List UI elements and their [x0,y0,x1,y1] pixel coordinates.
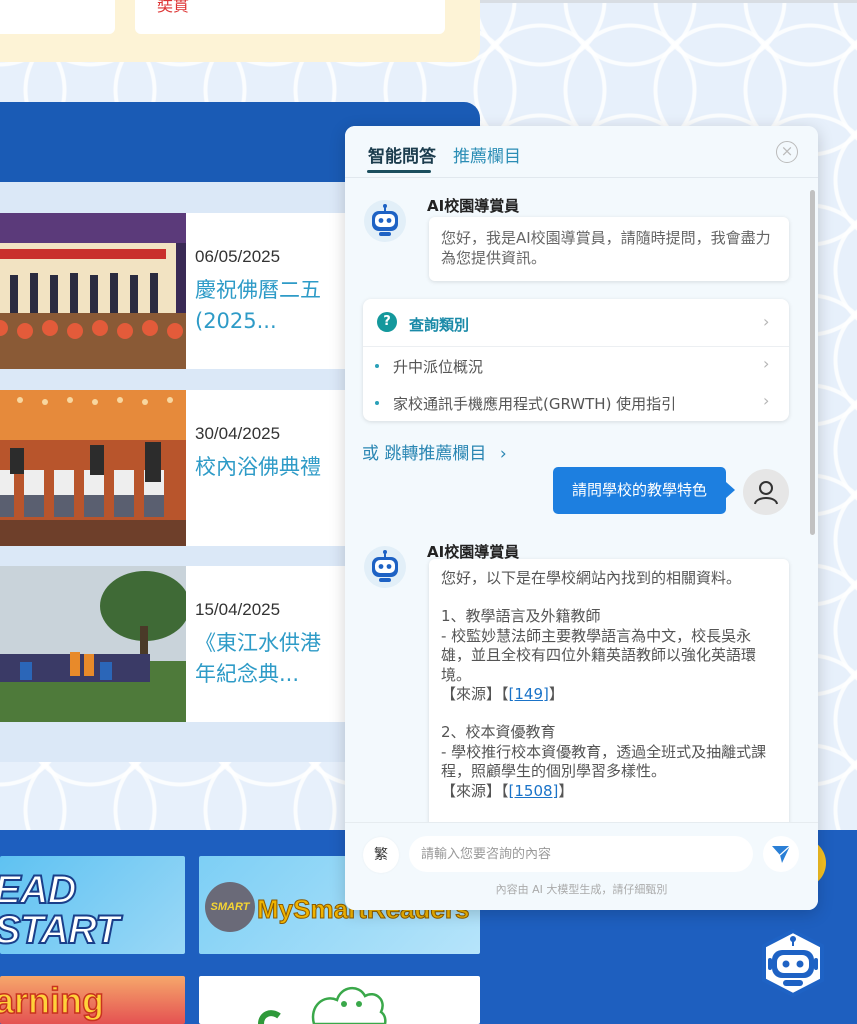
source-bracket: 】 [558,781,574,800]
language-toggle-button[interactable]: 繁 [363,837,399,873]
bot-avatar [363,199,407,243]
cloud-logo-icon [258,987,387,1024]
query-category-header[interactable]: ? 查詢類別 › [363,299,789,347]
top-card-cell-1 [0,0,115,34]
answer-section-title: 2、校本資優教育 [441,723,556,742]
news-thumbnail[interactable] [0,390,186,546]
bot-answer-bubble: 您好，以下是在學校網站內找到的相關資料。 1、教學語言及外籍教師 - 校監妙慧法… [429,559,789,822]
close-icon: × [780,142,794,160]
robot-icon [364,200,406,242]
bullet-icon [375,364,379,368]
banner-learning-text: arning [0,979,105,1022]
top-card-cell-2[interactable]: 奘貫 [135,0,445,34]
query-item[interactable]: 家校通訊手機應用程式(GRWTH) 使用指引 › [363,385,789,421]
query-item-label: 家校通訊手機應用程式(GRWTH) 使用指引 [393,395,677,413]
close-button[interactable]: × [776,141,798,163]
bot-name: AI校園導賞員 [427,197,520,215]
chat-panel: 智能問答 推薦欄目 × AI校園導賞員 您好，我是AI校園導賞員，請隨時提問，我… [345,126,818,910]
tab-active-indicator [367,170,431,173]
banner-headstart[interactable]: EAD START [0,856,185,954]
source-label: 【來源】【 [441,781,509,800]
news-date: 15/04/2025 [195,600,281,619]
bullet-icon [375,401,379,405]
answer-source: 【來源】【[149]】 [441,685,777,704]
chat-input[interactable] [409,836,753,872]
chat-scrollbar[interactable] [810,190,815,535]
answer-intro: 您好，以下是在學校網站內找到的相關資料。 [441,569,742,587]
robot-icon [364,546,406,588]
chat-messages[interactable]: AI校園導賞員 您好，我是AI校園導賞員，請隨時提問，我會盡力為您提供資訊。 ?… [345,179,818,822]
bot-greeting-bubble: 您好，我是AI校園導賞員，請隨時提問，我會盡力為您提供資訊。 [429,217,789,281]
ai-assistant-fab[interactable] [758,928,828,998]
news-title[interactable]: 《東江水供港 年紀念典... [195,628,335,690]
query-category-label: 查詢類別 [409,316,470,334]
chevron-right-icon: › [499,444,507,464]
send-button[interactable] [763,836,799,872]
banner-headstart-text: EAD START [0,868,121,952]
top-card: 奘貫 [0,0,480,62]
chat-tabs: 智能問答 推薦欄目 × [345,126,818,178]
query-category-card: ? 查詢類別 › 升中派位概況 › 家校通訊手機應用程式(GRWTH) 使用指引… [363,299,789,421]
top-card-text: 奘貫 [157,0,190,15]
send-icon [772,845,791,863]
tab-smart-qa[interactable]: 智能問答 [368,142,436,167]
source-bracket: 】 [548,685,564,704]
news-thumbnail[interactable] [0,213,186,369]
ai-disclaimer: 內容由 AI 大模型生成，請仔細甄別 [495,883,668,896]
source-link[interactable]: [149] [509,685,549,703]
query-item[interactable]: 升中派位概況 › [363,348,789,384]
banner-mysmartreaders-logo: SMART [205,882,255,932]
question-icon: ? [377,312,397,332]
robot-icon [762,928,824,998]
tab-recommended[interactable]: 推薦欄目 [453,142,521,167]
news-date: 06/05/2025 [195,247,281,266]
bot-avatar [363,545,407,589]
news-title[interactable]: 校內浴佛典禮 [195,452,335,483]
news-title[interactable]: 慶祝佛曆二五 (2025... [195,275,335,337]
banner-smile[interactable] [199,976,480,1024]
chevron-right-icon: › [763,354,770,373]
jump-recommended-link[interactable]: 或 跳轉推薦欄目 › [362,439,507,464]
source-label: 【來源】【 [441,685,509,704]
chevron-right-icon: › [763,312,770,331]
banner-learning[interactable]: arning [0,976,185,1024]
answer-section-body: - 學校推行校本資優教育，透過全班式及抽離式課程，照顧學生的個別學習多樣性。 [441,742,767,781]
answer-section-title: 1、教學語言及外籍教師 [441,607,601,626]
chevron-right-icon: › [763,391,770,410]
user-avatar [743,469,789,515]
user-icon [754,481,778,505]
answer-source: 【來源】【[1508]】 [441,782,777,801]
news-thumbnail[interactable] [0,566,186,722]
user-message-bubble: 請問學校的教學特色 [553,467,726,514]
jump-link-label: 或 跳轉推薦欄目 [362,444,487,464]
user-bubble-tip [726,482,735,498]
source-link[interactable]: [1508] [509,782,559,800]
query-item-label: 升中派位概況 [393,358,484,376]
chat-footer: 繁 內容由 AI 大模型生成，請仔細甄別 [345,822,818,910]
answer-section-body: - 校監妙慧法師主要教學語言為中文，校長吳永雄，並且全校有四位外籍英語教師以強化… [441,626,757,684]
news-date: 30/04/2025 [195,424,281,443]
